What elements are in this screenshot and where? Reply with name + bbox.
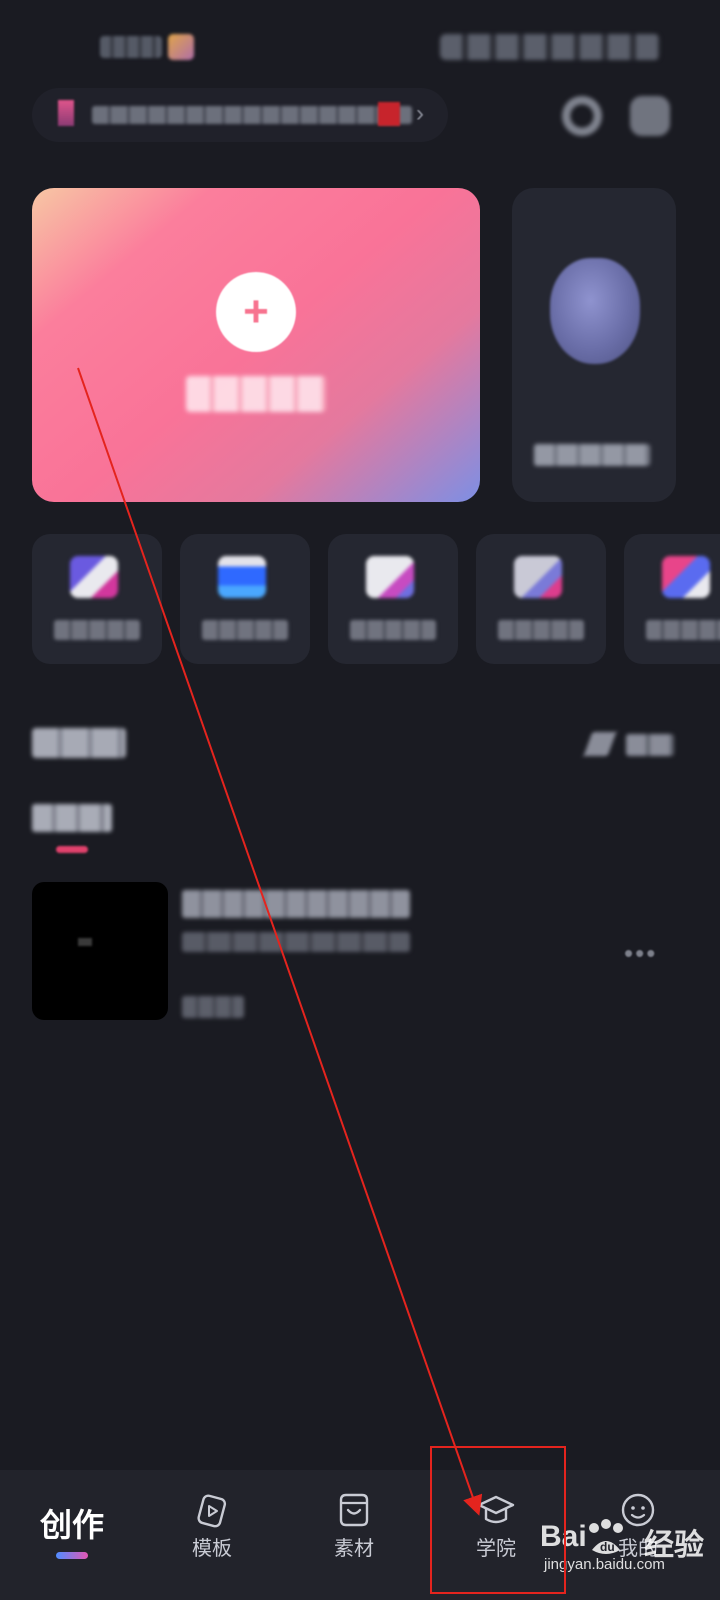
clock-icon — [562, 96, 602, 136]
subtab-indicator — [56, 846, 88, 853]
status-indicators — [440, 34, 660, 60]
tab-material-label: 素材 — [334, 1538, 374, 1560]
paw-icon: du — [589, 1519, 623, 1554]
tool-tile-5[interactable] — [624, 534, 720, 664]
tool-tile-1[interactable] — [32, 534, 162, 664]
tool-1-label — [54, 620, 140, 640]
tab-material[interactable]: 素材 — [282, 1470, 426, 1600]
tool-3-label — [350, 620, 436, 640]
avatar-head-icon — [550, 258, 640, 364]
tool-5-label — [646, 620, 720, 640]
template-icon — [190, 1488, 234, 1532]
status-bar — [0, 0, 720, 90]
thumbnail-speck — [78, 938, 92, 946]
material-icon — [332, 1488, 376, 1532]
avatar-feature-label — [534, 444, 650, 466]
drafts-section-title — [32, 728, 126, 758]
tool-5-icon — [662, 556, 710, 598]
draft-meta — [182, 932, 410, 952]
settings-button[interactable] — [626, 92, 674, 140]
tab-drafts[interactable] — [32, 804, 112, 838]
flag-icon — [58, 100, 74, 126]
tab-template[interactable]: 模板 — [140, 1470, 284, 1600]
history-button[interactable] — [558, 92, 606, 140]
draft-item[interactable]: ••• — [32, 882, 688, 1022]
tool-tile-3[interactable] — [328, 534, 458, 664]
tab-template-label: 模板 — [192, 1538, 232, 1560]
tool-1-icon — [70, 556, 118, 598]
chevron-right-icon: › — [416, 100, 424, 127]
svg-text:du: du — [600, 1540, 615, 1554]
draft-title — [182, 890, 410, 918]
start-creation-label — [186, 376, 326, 412]
tab-drafts-label — [32, 804, 112, 832]
baidu-jingyan-watermark: Bai du 经验 jingyan.baidu.com — [540, 1514, 720, 1574]
edit-icon — [583, 732, 617, 756]
tool-4-label — [498, 620, 584, 640]
banner-text — [92, 106, 412, 124]
tools-row — [32, 534, 720, 664]
draft-thumbnail — [32, 882, 168, 1020]
announcement-banner[interactable]: › — [32, 88, 448, 142]
tool-2-icon — [218, 556, 266, 598]
annotation-highlight-box — [430, 1446, 566, 1594]
tool-tile-4[interactable] — [476, 534, 606, 664]
manage-button[interactable] — [583, 728, 676, 760]
tool-3-icon — [366, 556, 414, 598]
tab-create-label: 创作 — [39, 1507, 104, 1543]
tool-4-icon — [514, 556, 562, 598]
tool-tile-2[interactable] — [180, 534, 310, 664]
tool-2-label — [202, 620, 288, 640]
avatar-feature-card[interactable] — [512, 188, 676, 502]
active-tab-indicator — [56, 1552, 88, 1559]
draft-duration — [182, 996, 244, 1018]
badge-icon — [378, 102, 400, 126]
status-time — [100, 36, 162, 58]
hexagon-icon — [630, 96, 670, 136]
plus-icon: + — [216, 272, 296, 352]
manage-label — [626, 734, 674, 756]
start-creation-card[interactable]: + — [32, 188, 480, 502]
tab-create[interactable]: 创作 — [0, 1470, 144, 1600]
more-options-icon[interactable]: ••• — [624, 938, 672, 968]
notification-icon — [168, 34, 194, 60]
